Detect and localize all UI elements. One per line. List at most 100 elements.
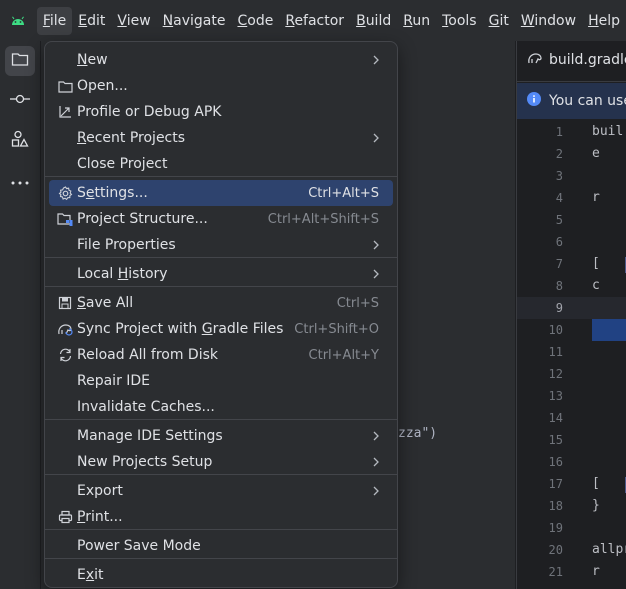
chevron-right-icon [369,267,383,281]
print-icon [57,509,73,525]
code-area[interactable]: buil e r [ c [} allpr r [592,121,626,589]
line-number: 13 [548,389,563,403]
menu-run[interactable]: Run [397,7,436,35]
code-line: r [592,190,600,205]
menu-item-export[interactable]: Export [49,478,393,504]
line-number: 2 [555,147,563,161]
file-menu-dropdown: New Open... Profile or Debug APK Recent Pro… [44,41,398,588]
code-line: c [592,278,600,293]
menu-item-repair-ide[interactable]: Repair IDE [49,368,393,394]
menu-item-label: Power Save Mode [77,538,201,554]
chevron-right-icon [369,484,383,498]
menu-separator [45,286,397,287]
menu-code[interactable]: Code [231,7,279,35]
menu-item-sync-project-with-gradle-files[interactable]: Sync Project with Gradle Files Ctrl+Shift… [49,316,393,342]
project-tool-button[interactable] [5,46,35,76]
menu-separator [45,529,397,530]
menu-item-manage-ide-settings[interactable]: Manage IDE Settings [49,423,393,449]
folder-icon [57,78,73,94]
menu-window[interactable]: Window [515,7,582,35]
menu-help[interactable]: Help [582,7,626,35]
tool-window-strip [0,41,41,589]
menu-refactor[interactable]: Refactor [279,7,350,35]
menu-item-new[interactable]: New [49,47,393,73]
menu-item-print[interactable]: Print... [49,504,393,530]
line-number: 18 [548,499,563,513]
menu-item-exit[interactable]: Exit [49,562,393,588]
shapes-icon [11,130,29,152]
menu-item-open[interactable]: Open... [49,73,393,99]
code-line: e [592,146,600,161]
menu-item-label: Repair IDE [77,373,151,389]
menu-item-shortcut: Ctrl+Alt+Y [308,347,379,363]
menu-tools[interactable]: Tools [436,7,483,35]
menu-item-new-projects-setup[interactable]: New Projects Setup [49,449,393,475]
line-number-gutter: 1 2 3 4 5 6 7 8 9 10 11 12 13 14 15 16 17 18 19 20 21 [517,121,577,589]
line-number: 11 [548,345,563,359]
info-banner: You can use [517,83,626,119]
menu-item-profile-or-debug-apk[interactable]: Profile or Debug APK [49,99,393,125]
menu-edit[interactable]: Edit [72,7,111,35]
ellipsis-icon [11,174,29,189]
menu-separator [45,419,397,420]
more-tools-button[interactable] [5,166,35,196]
menu-item-label: Save All [77,295,134,311]
menu-item-recent-projects[interactable]: Recent Projects [49,125,393,151]
android-logo-icon[interactable] [0,0,37,41]
menu-item-label: Recent Projects [77,130,186,146]
save-icon [57,295,73,311]
line-number: 1 [555,125,563,139]
menu-item-file-properties[interactable]: File Properties [49,232,393,258]
chevron-right-icon [369,429,383,443]
menu-item-label: Local History [77,266,168,282]
menu-git[interactable]: Git [483,7,515,35]
menu-separator [45,474,397,475]
editor-tab-build-gradle[interactable]: build.gradle [527,51,626,69]
reload-icon [57,347,73,363]
line-number: 17 [548,477,563,491]
info-banner-text: You can use [549,93,626,109]
commit-tool-button[interactable] [5,86,35,116]
menu-item-label: Invalidate Caches... [77,399,215,415]
code-line: } [592,498,600,513]
menu-item-shortcut: Ctrl+Shift+O [294,321,379,337]
menu-item-close-project[interactable]: Close Project [49,151,393,177]
resource-manager-button[interactable] [5,126,35,156]
menu-separator [45,558,397,559]
menu-item-project-structure[interactable]: Project Structure... Ctrl+Alt+Shift+S [49,206,393,232]
menu-file[interactable]: File [36,6,73,35]
menu-item-label: Project Structure... [77,211,208,227]
info-icon [527,92,541,110]
commit-icon [10,93,30,109]
line-number: 8 [555,279,563,293]
menu-item-save-all[interactable]: Save All Ctrl+S [49,290,393,316]
menu-item-reload-all-from-disk[interactable]: Reload All from Disk Ctrl+Alt+Y [49,342,393,368]
code-editor[interactable]: build.gradle You can use 1 2 3 4 5 6 7 8 9 10 11 12… [516,41,626,589]
editor-tab-label: build.gradle [549,52,626,68]
line-number: 9 [555,301,563,315]
chevron-right-icon [369,131,383,145]
line-number: 14 [548,411,563,425]
menu-item-settings[interactable]: Settings... Ctrl+Alt+S [49,180,393,206]
menu-item-label: Manage IDE Settings [77,428,223,444]
menu-item-shortcut: Ctrl+Alt+S [308,185,379,201]
menu-item-invalidate-caches[interactable]: Invalidate Caches... [49,394,393,420]
line-number: 21 [548,565,563,579]
code-line: buil [592,124,624,139]
menu-build[interactable]: Build [350,7,397,35]
menu-view[interactable]: View [111,7,156,35]
gradle-sync-icon [57,321,73,337]
line-number: 20 [548,543,563,557]
menu-item-local-history[interactable]: Local History [49,261,393,287]
menu-navigate[interactable]: Navigate [157,7,232,35]
code-line: [ [592,476,600,491]
menu-item-label: Close Project [77,156,168,172]
line-number: 6 [555,235,563,249]
menu-item-power-save-mode[interactable]: Power Save Mode [49,533,393,559]
background-code-fragment: zza") [398,426,438,441]
chevron-right-icon [369,238,383,252]
line-number: 3 [555,169,563,183]
line-number: 15 [548,433,563,447]
menu-item-label: Profile or Debug APK [77,104,222,120]
line-number: 16 [548,455,563,469]
